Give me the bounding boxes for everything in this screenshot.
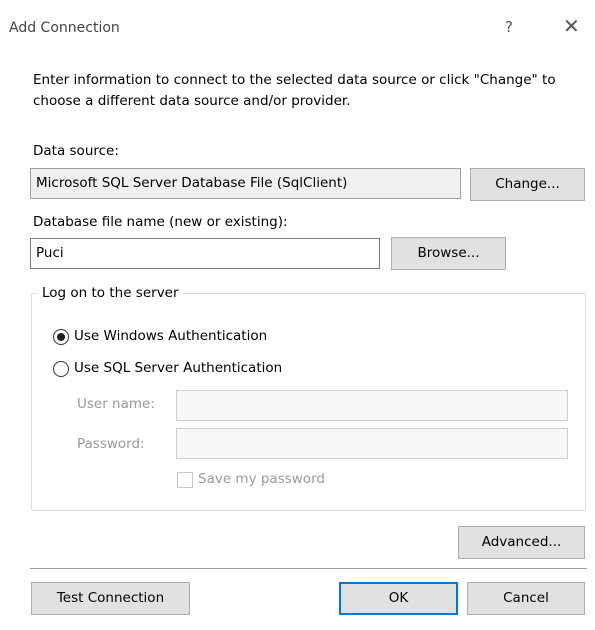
data-source-field: Microsoft SQL Server Database File (SqlC…	[30, 168, 461, 199]
cancel-button[interactable]: Cancel	[467, 582, 585, 615]
sql-auth-radio[interactable]	[53, 361, 69, 377]
instructions-text: Enter information to connect to the sele…	[33, 72, 556, 109]
test-connection-button[interactable]: Test Connection	[31, 582, 190, 615]
windows-auth-radio[interactable]	[53, 329, 69, 345]
change-button[interactable]: Change...	[470, 168, 585, 201]
logon-group-label: Log on to the server	[38, 285, 183, 301]
data-source-label: Data source:	[33, 143, 119, 159]
password-label: Password:	[77, 436, 145, 452]
advanced-button[interactable]: Advanced...	[458, 526, 585, 559]
ok-button[interactable]: OK	[339, 582, 458, 615]
database-file-input[interactable]: Puci	[30, 238, 380, 269]
save-password-label[interactable]: Save my password	[198, 471, 325, 487]
windows-auth-label[interactable]: Use Windows Authentication	[74, 328, 267, 344]
user-name-input[interactable]	[176, 390, 568, 421]
radio-selected-dot	[57, 333, 65, 341]
title-bar: Add Connection ? ✕	[0, 0, 595, 55]
close-icon[interactable]: ✕	[563, 14, 580, 38]
password-input[interactable]	[176, 428, 568, 459]
user-name-label: User name:	[77, 396, 155, 412]
browse-button[interactable]: Browse...	[391, 237, 506, 270]
help-icon[interactable]: ?	[505, 18, 513, 36]
window-title: Add Connection	[9, 20, 120, 36]
save-password-checkbox[interactable]	[177, 472, 193, 488]
sql-auth-label[interactable]: Use SQL Server Authentication	[74, 360, 282, 376]
database-file-label: Database file name (new or existing):	[33, 214, 288, 230]
footer-separator	[30, 568, 587, 569]
